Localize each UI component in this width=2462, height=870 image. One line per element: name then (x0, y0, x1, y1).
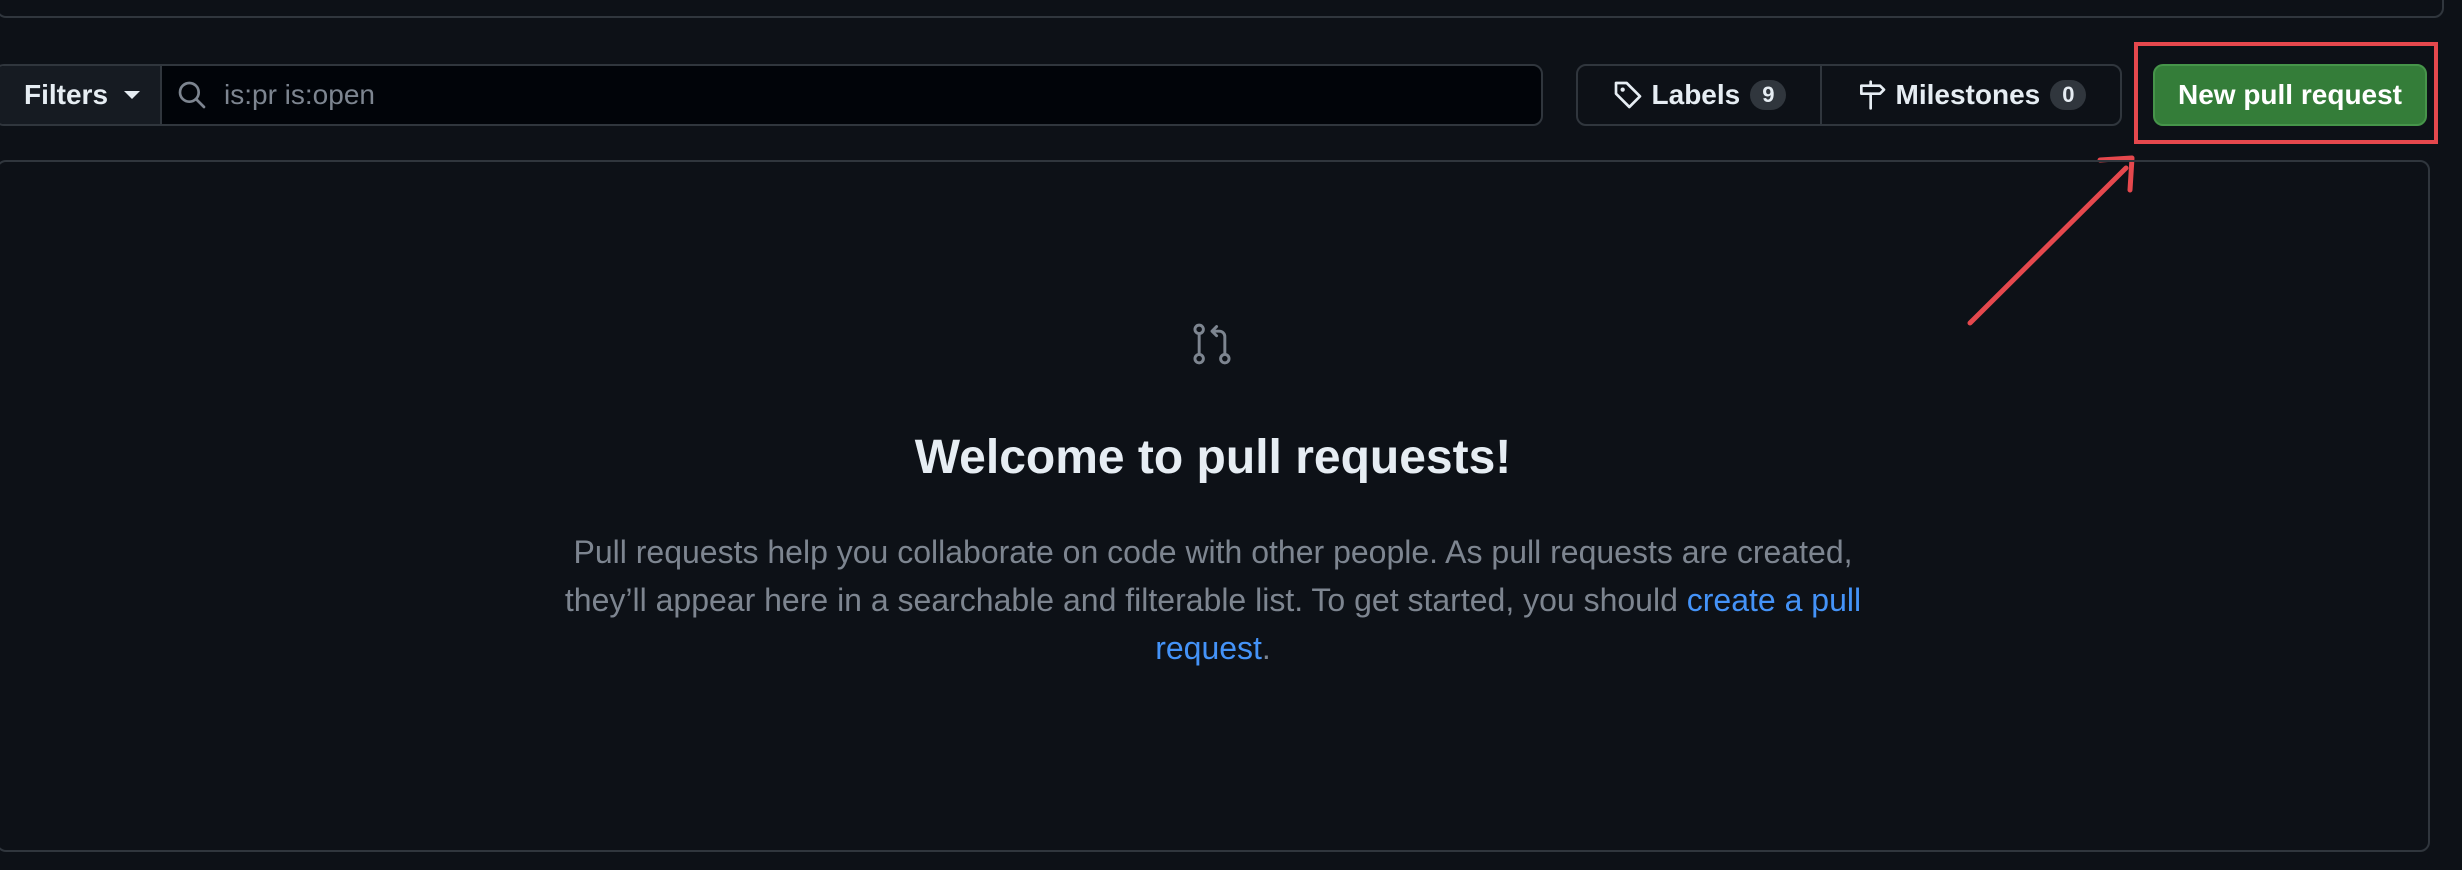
milestones-link-label: Milestones (1895, 79, 2041, 110)
milestones-count-badge: 0 (2050, 80, 2087, 110)
milestone-icon (1859, 80, 1885, 110)
new-pull-request-button[interactable]: New pull request (2153, 64, 2427, 126)
labels-milestones-nav: Labels 9 Milestones 0 (1576, 64, 2122, 126)
search-field[interactable] (162, 66, 1541, 124)
labels-link-label: Labels (1651, 79, 1741, 110)
filter-search-bar: Filters (0, 64, 1543, 126)
top-section-border (0, 0, 2444, 18)
labels-count-badge: 9 (1750, 80, 1787, 110)
blankslate-description: Pull requests help you collaborate on co… (530, 528, 1896, 672)
blankslate-title: Welcome to pull requests! (914, 431, 1512, 484)
blankslate-text: Pull requests help you collaborate on co… (564, 534, 1853, 618)
labels-link[interactable]: Labels 9 (1578, 66, 1822, 124)
search-icon (178, 81, 206, 109)
milestones-link[interactable]: Milestones 0 (1822, 66, 2120, 124)
blankslate-text-end: . (1261, 630, 1271, 666)
filters-button-label: Filters (24, 79, 109, 110)
pull-requests-page: Filters Labels 9 Milestone (0, 0, 2462, 870)
search-input[interactable] (222, 78, 1541, 112)
pull-requests-blankslate (0, 160, 2430, 852)
git-pull-request-icon (1193, 323, 1231, 365)
chevron-down-icon (124, 91, 141, 99)
tag-icon (1614, 81, 1641, 109)
filters-button[interactable]: Filters (0, 66, 162, 124)
